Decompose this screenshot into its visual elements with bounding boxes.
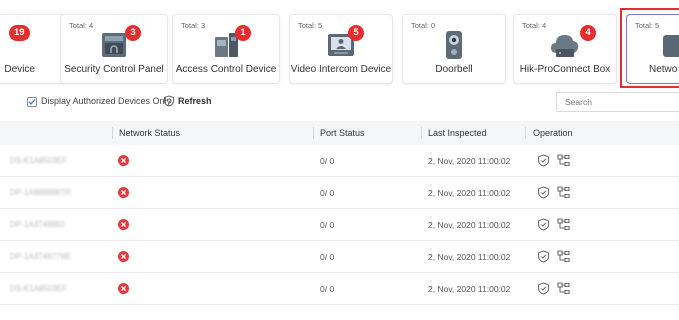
device-name-cell: DP-1A3748893 (10, 220, 65, 229)
table-row[interactable]: DP-1A3748779B 0/ 0 2, Nov, 2020 11:00:02 (0, 241, 679, 273)
port-status-cell: 0/ 0 (320, 252, 335, 262)
toolbar: Display Authorized Devices Only Refresh (0, 92, 679, 116)
card-badge: 1 (235, 25, 251, 41)
card-badge: 4 (580, 25, 596, 41)
card-badge: 19 (9, 25, 30, 41)
shield-check-icon[interactable] (537, 250, 550, 263)
checkmark-icon (28, 99, 36, 105)
card-total: Total: 0 (411, 21, 436, 30)
network-topology-icon[interactable] (557, 250, 570, 263)
offline-x-icon (118, 283, 129, 294)
port-status-cell: 0/ 0 (320, 284, 335, 294)
shield-check-icon[interactable] (537, 186, 550, 199)
table-row[interactable]: DP-1A3748893 0/ 0 2, Nov, 2020 11:00:02 (0, 209, 679, 241)
card-name: Video Intercom Device (290, 64, 392, 75)
card-device[interactable]: 19 Device (0, 14, 66, 84)
card-security-control-panel[interactable]: Total: 4 3 Security Control Panel (60, 14, 168, 84)
card-doorbell[interactable]: Total: 0 Doorbell (402, 14, 506, 84)
device-name-cell: DP-1A888888TR (10, 188, 71, 197)
port-status-cell: 0/ 0 (320, 188, 335, 198)
last-inspected-cell: 2, Nov, 2020 11:00:02 (428, 188, 511, 198)
device-category-cards: 19 Device Total: 4 3 Security Control Pa… (0, 0, 679, 92)
card-name: Access Control Device (175, 64, 277, 75)
card-video-intercom-device[interactable]: Total: 5 5 Video Intercom Device (289, 14, 393, 84)
last-inspected-cell: 2, Nov, 2020 11:00:02 (428, 284, 511, 294)
shield-check-icon[interactable] (537, 154, 550, 167)
device-name-cell: DS-K1A8503EF (10, 156, 67, 165)
card-total: Total: 4 (522, 21, 547, 30)
table-row[interactable]: DS-K1A8503EF 0/ 0 2, Nov, 2020 11:00:02 (0, 145, 679, 177)
last-inspected-cell: 2, Nov, 2020 11:00:02 (428, 220, 511, 230)
selection-highlight-frame (620, 8, 679, 88)
port-status-cell: 0/ 0 (320, 156, 335, 166)
network-topology-icon[interactable] (557, 282, 570, 295)
card-total: Total: 4 (69, 21, 94, 30)
device-name-cell: DS-K1A8503EF (10, 284, 67, 293)
refresh-button[interactable]: Refresh (178, 96, 212, 106)
offline-x-icon (118, 155, 129, 166)
last-inspected-cell: 2, Nov, 2020 11:00:02 (428, 252, 511, 262)
network-topology-icon[interactable] (557, 186, 570, 199)
hik-proconnect-box-icon (551, 35, 579, 57)
shield-check-icon[interactable] (537, 218, 550, 231)
network-topology-icon[interactable] (557, 154, 570, 167)
card-name: Hik-ProConnect Box (519, 64, 611, 75)
network-topology-icon[interactable] (557, 218, 570, 231)
column-separator (313, 127, 314, 139)
column-header-last-inspected[interactable]: Last Inspected (428, 128, 487, 138)
card-total: Total: 3 (181, 21, 206, 30)
column-separator (112, 127, 113, 139)
table-row[interactable]: DS-K1A8503EF 0/ 0 2, Nov, 2020 11:00:02 (0, 273, 679, 305)
card-badge: 5 (348, 25, 364, 41)
last-inspected-cell: 2, Nov, 2020 11:00:02 (428, 156, 511, 166)
display-authorized-checkbox[interactable] (27, 97, 37, 107)
column-header-operation: Operation (533, 128, 573, 138)
offline-x-icon (118, 219, 129, 230)
search-input[interactable] (556, 92, 679, 112)
column-header-network-status[interactable]: Network Status (119, 128, 180, 138)
display-authorized-label[interactable]: Display Authorized Devices Only (41, 96, 171, 106)
card-hik-proconnect-box[interactable]: Total: 4 4 Hik-ProConnect Box (513, 14, 617, 84)
card-name: Security Control Panel (64, 64, 164, 75)
column-separator (525, 127, 526, 139)
shield-check-icon[interactable] (537, 282, 550, 295)
offline-x-icon (118, 251, 129, 262)
card-badge: 3 (125, 25, 141, 41)
column-header-port-status[interactable]: Port Status (320, 128, 365, 138)
doorbell-icon (446, 31, 462, 59)
card-name: Doorbell (435, 64, 473, 75)
offline-x-icon (118, 187, 129, 198)
card-total: Total: 5 (298, 21, 323, 30)
column-separator (421, 127, 422, 139)
table-header: Network Status Port Status Last Inspecte… (0, 121, 679, 145)
device-name-cell: DP-1A3748779B (10, 252, 71, 261)
port-status-cell: 0/ 0 (320, 220, 335, 230)
table-row[interactable]: DP-1A888888TR 0/ 0 2, Nov, 2020 11:00:02 (0, 177, 679, 209)
card-access-control-device[interactable]: Total: 3 1 Access Control Device (172, 14, 280, 84)
refresh-icon[interactable] (163, 95, 175, 107)
card-name: Device (4, 64, 35, 75)
